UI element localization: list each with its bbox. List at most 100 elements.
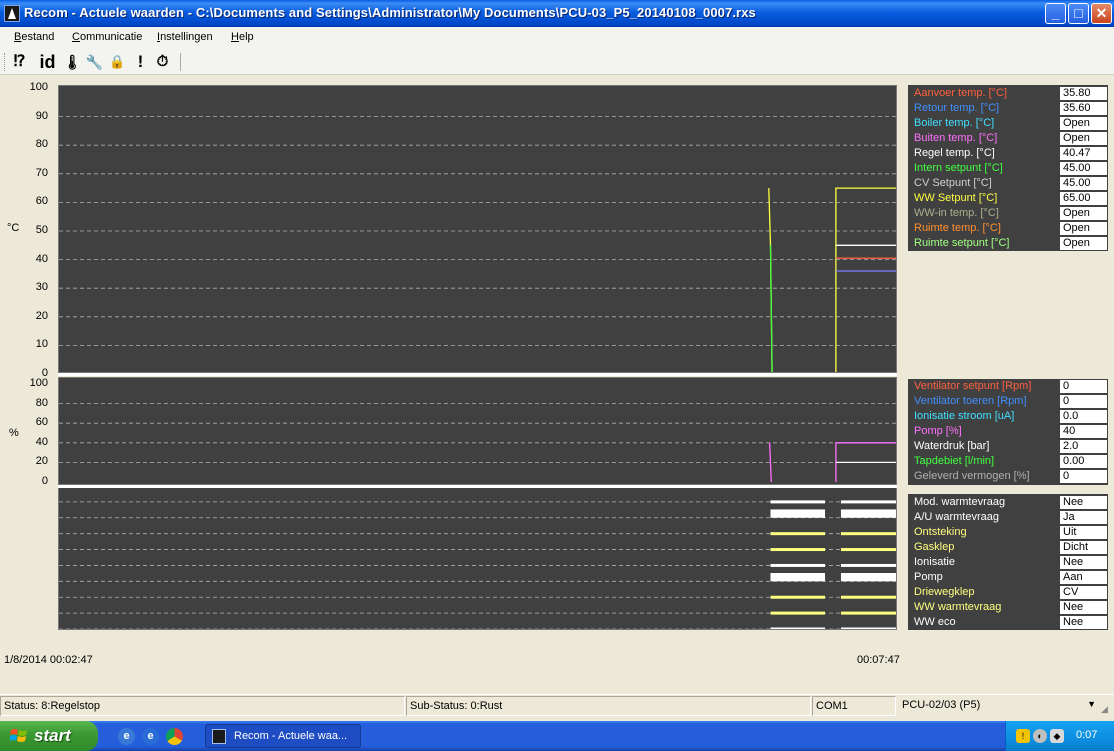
percent-plot: [59, 403, 896, 483]
resize-grip-icon[interactable]: ◢: [1101, 704, 1113, 716]
value-label: Ontsteking: [914, 526, 967, 538]
value-label: Regel temp. [°C]: [914, 147, 995, 159]
digital-signal-bar: [840, 573, 896, 582]
value-field: 45.00: [1060, 177, 1107, 190]
value-field: Open: [1060, 207, 1107, 220]
value-field: 0.0: [1060, 410, 1107, 423]
app-icon[interactable]: [4, 5, 20, 22]
device-select[interactable]: PCU-02/03 (P5) ▼: [898, 696, 1098, 716]
device-select-value: PCU-02/03 (P5): [902, 699, 981, 711]
value-field: Nee: [1060, 601, 1107, 614]
digital-signal-bar: [770, 500, 826, 504]
value-label: Driewegklep: [914, 586, 975, 598]
value-label: CV Setpunt [°C]: [914, 177, 992, 189]
value-field: Nee: [1060, 556, 1107, 569]
chrome-icon[interactable]: [166, 728, 183, 745]
digital-signal-bar: [840, 611, 896, 615]
menu-bar: Bestand Communicatie Instellingen Help: [0, 27, 1114, 49]
outlook-express-icon[interactable]: e: [118, 728, 135, 745]
port-text: COM1: [812, 696, 896, 716]
volume-icon[interactable]: ◆: [1050, 729, 1064, 743]
temp-divider: [58, 373, 897, 376]
value-row: WW-in temp. [°C] Open: [908, 206, 1108, 221]
value-field: 40.47: [1060, 147, 1107, 160]
value-label: Buiten temp. [°C]: [914, 132, 998, 144]
value-row: Boiler temp. [°C] Open: [908, 116, 1108, 131]
toolbar-separator: [180, 53, 181, 71]
value-label: WW eco: [914, 616, 956, 628]
percent-values-panel: Ventilator setpunt [Rpm] 0 Ventilator toer…: [908, 379, 1108, 485]
value-label: Pomp: [914, 571, 943, 583]
value-field: Uit: [1060, 526, 1107, 539]
value-field: 35.80: [1060, 87, 1107, 100]
value-label: Aanvoer temp. [°C]: [914, 87, 1008, 99]
lock-icon[interactable]: 🔒: [107, 52, 128, 72]
wrench-icon[interactable]: 🔧: [84, 52, 105, 72]
value-label: Ionisatie stroom [uA]: [914, 410, 1015, 422]
menu-help[interactable]: Help: [231, 31, 254, 43]
digital-plot: [59, 500, 896, 629]
security-shield-icon[interactable]: !: [1016, 729, 1030, 743]
digital-signal-bar: [840, 548, 896, 552]
temperature-values-panel: Aanvoer temp. [°C] 35.80 Retour temp. [°C]…: [908, 85, 1108, 251]
close-button[interactable]: ✕: [1091, 3, 1112, 24]
value-field: 0.00: [1060, 455, 1107, 468]
menu-bestand[interactable]: Bestand: [14, 31, 54, 43]
value-label: Pomp [%]: [914, 425, 962, 437]
value-label: WW-in temp. [°C]: [914, 207, 999, 219]
title-bar[interactable]: Recom - Actuele waarden - C:\Documents a…: [0, 0, 1114, 27]
value-field: 0: [1060, 380, 1107, 393]
maximize-button[interactable]: □: [1068, 3, 1089, 24]
value-label: Waterdruk [bar]: [914, 440, 990, 452]
value-label: Boiler temp. [°C]: [914, 117, 995, 129]
taskbar-button-recom[interactable]: Recom - Actuele waa...: [205, 724, 361, 748]
digital-signal-bar: [770, 509, 826, 518]
value-field: 45.00: [1060, 162, 1107, 175]
value-field: Ja: [1060, 511, 1107, 524]
system-tray: ! ◐ ◆ 0:07: [1005, 721, 1114, 751]
internet-explorer-icon[interactable]: e: [142, 728, 159, 745]
value-row: A/U warmtevraag Ja: [908, 510, 1108, 525]
value-row: Regel temp. [°C] 40.47: [908, 146, 1108, 161]
y-tick-label: 40: [35, 252, 48, 265]
value-field: Open: [1060, 132, 1107, 145]
network-icon[interactable]: ◐: [1033, 729, 1047, 743]
value-row: Ruimte setpunt [°C] Open: [908, 236, 1108, 251]
digital-signal-bar: [770, 573, 826, 582]
temp-axis-unit: °C: [7, 222, 20, 234]
value-field: Dicht: [1060, 541, 1107, 554]
maximize-icon: □: [1074, 5, 1083, 21]
percent-divider: [58, 485, 897, 488]
chart-area: °C % 0 10 20 30 40 50 60 70 80 90 100 0 20 40 60 80 100: [0, 77, 903, 641]
question-icon[interactable]: ⁉: [9, 52, 30, 72]
menu-communicatie[interactable]: Communicatie: [72, 31, 142, 43]
chevron-down-icon[interactable]: ▼: [1087, 699, 1096, 709]
value-label: Mod. warmtevraag: [914, 496, 1006, 508]
digital-signal-bar: [770, 548, 826, 552]
stopwatch-icon[interactable]: ⏱: [152, 52, 173, 72]
toolbar-grip[interactable]: [4, 53, 7, 71]
digital-chart[interactable]: [58, 487, 897, 630]
digital-signal-bar: [840, 532, 896, 536]
alert-icon[interactable]: !: [130, 52, 151, 72]
y-tick-label: 30: [35, 281, 48, 294]
value-field: Nee: [1060, 616, 1107, 629]
y-tick-label: 0: [41, 475, 48, 487]
minimize-icon: _: [1051, 5, 1060, 21]
value-row: Driewegklep CV: [908, 585, 1108, 600]
value-label: Geleverd vermogen [%]: [914, 470, 1030, 482]
percent-chart[interactable]: [58, 377, 897, 485]
thermometer-icon[interactable]: 🌡: [62, 52, 83, 72]
start-button[interactable]: start: [0, 721, 98, 751]
value-label: Ventilator setpunt [Rpm]: [914, 380, 1032, 392]
windows-flag-icon: [10, 729, 27, 742]
minimize-button[interactable]: _: [1045, 3, 1066, 24]
value-field: 2.0: [1060, 440, 1107, 453]
value-field: 65.00: [1060, 192, 1107, 205]
y-tick-label: 80: [35, 396, 48, 409]
id-icon[interactable]: id: [37, 52, 58, 72]
menu-instellingen[interactable]: Instellingen: [157, 31, 213, 43]
y-tick-label: 40: [35, 435, 48, 448]
window-title: Recom - Actuele waarden - C:\Documents a…: [24, 5, 756, 20]
temperature-chart[interactable]: [58, 85, 897, 373]
